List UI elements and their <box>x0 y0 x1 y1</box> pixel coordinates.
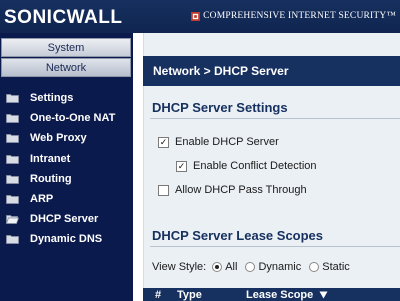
sidebar-item-label: Intranet <box>30 152 71 165</box>
main-content: Network > DHCP Server DHCP Server Settin… <box>133 33 400 301</box>
column-number[interactable]: # <box>155 289 161 301</box>
sonicwall-logo: SONICWALL <box>4 7 123 28</box>
page-title: Network > DHCP Server <box>143 56 400 86</box>
pass-through-label: Allow DHCP Pass Through <box>175 184 307 196</box>
tab-system[interactable]: System <box>1 38 131 57</box>
sidebar-item-intranet[interactable]: Intranet <box>0 149 133 169</box>
sidebar-item-label: Routing <box>30 172 72 185</box>
folder-icon <box>6 174 19 184</box>
lease-section-title: DHCP Server Lease Scopes <box>152 228 324 243</box>
open-folder-icon <box>6 215 19 225</box>
view-style-label: View Style: <box>152 261 207 273</box>
sidebar-item-one-to-one-nat[interactable]: One-to-One NAT <box>0 108 133 128</box>
folder-icon <box>6 94 19 103</box>
enable-dhcp-label: Enable DHCP Server <box>175 136 279 148</box>
brand-mark-icon <box>191 11 201 21</box>
folder-icon <box>6 114 19 124</box>
app-header: SONICWALL COMPREHENSIVE INTERNET SECURIT… <box>0 0 400 33</box>
pass-through-row: Allow DHCP Pass Through <box>158 184 307 196</box>
enable-dhcp-checkbox[interactable]: ✓ <box>158 136 169 148</box>
sidebar-item-dynamic-dns[interactable]: Dynamic DNS <box>0 229 133 249</box>
tagline-group: COMPREHENSIVE INTERNET SECURITY™ <box>191 11 396 21</box>
section-divider <box>150 246 400 247</box>
folder-icon <box>6 134 19 144</box>
column-type[interactable]: Type <box>177 289 202 301</box>
conflict-detection-label: Enable Conflict Detection <box>193 160 317 172</box>
sidebar-item-label: Web Proxy <box>30 132 87 145</box>
settings-section-title: DHCP Server Settings <box>152 100 288 115</box>
radio-label: All <box>225 261 238 273</box>
radio-button[interactable] <box>245 262 256 272</box>
enable-dhcp-row: ✓ Enable DHCP Server <box>158 136 279 148</box>
sidebar-item-settings[interactable]: Settings <box>0 88 133 108</box>
pass-through-checkbox[interactable] <box>158 184 169 196</box>
section-divider <box>150 118 400 119</box>
sidebar-item-label: Settings <box>30 92 74 105</box>
radio-button[interactable] <box>309 262 320 272</box>
sidebar: System Network Settings One-to-One NAT W… <box>0 33 133 301</box>
sidebar-item-web-proxy[interactable]: Web Proxy <box>0 128 133 148</box>
radio-label: Dynamic <box>258 261 302 273</box>
nav-list: Settings One-to-One NAT Web Proxy Intran… <box>0 88 133 250</box>
lease-table-header: # Type Lease Scope <box>143 288 400 301</box>
sidebar-item-dhcp-server[interactable]: DHCP Server <box>0 209 133 229</box>
column-lease-scope[interactable]: Lease Scope <box>246 289 328 301</box>
conflict-detection-checkbox[interactable]: ✓ <box>176 160 187 172</box>
tab-network[interactable]: Network <box>1 58 131 77</box>
sidebar-item-label: ARP <box>30 193 54 206</box>
sidebar-item-routing[interactable]: Routing <box>0 169 133 189</box>
sidebar-item-label: Dynamic DNS <box>30 233 103 246</box>
sidebar-item-arp[interactable]: ARP <box>0 189 133 209</box>
radio-label: Static <box>322 261 350 273</box>
sidebar-item-label: DHCP Server <box>30 213 99 226</box>
radio-button[interactable] <box>212 262 223 272</box>
sort-desc-icon[interactable] <box>319 291 328 299</box>
radio-all[interactable]: All <box>212 261 237 273</box>
column-label: Lease Scope <box>246 289 314 301</box>
sidebar-item-label: One-to-One NAT <box>30 112 116 125</box>
view-style-row: View Style: All Dynamic Static <box>152 261 358 273</box>
folder-icon <box>6 235 19 245</box>
radio-dynamic[interactable]: Dynamic <box>245 261 301 273</box>
radio-static[interactable]: Static <box>309 261 350 273</box>
tagline: COMPREHENSIVE INTERNET SECURITY™ <box>203 11 396 21</box>
folder-icon <box>6 195 19 204</box>
folder-icon <box>6 154 19 164</box>
conflict-detection-row: ✓ Enable Conflict Detection <box>176 160 317 172</box>
